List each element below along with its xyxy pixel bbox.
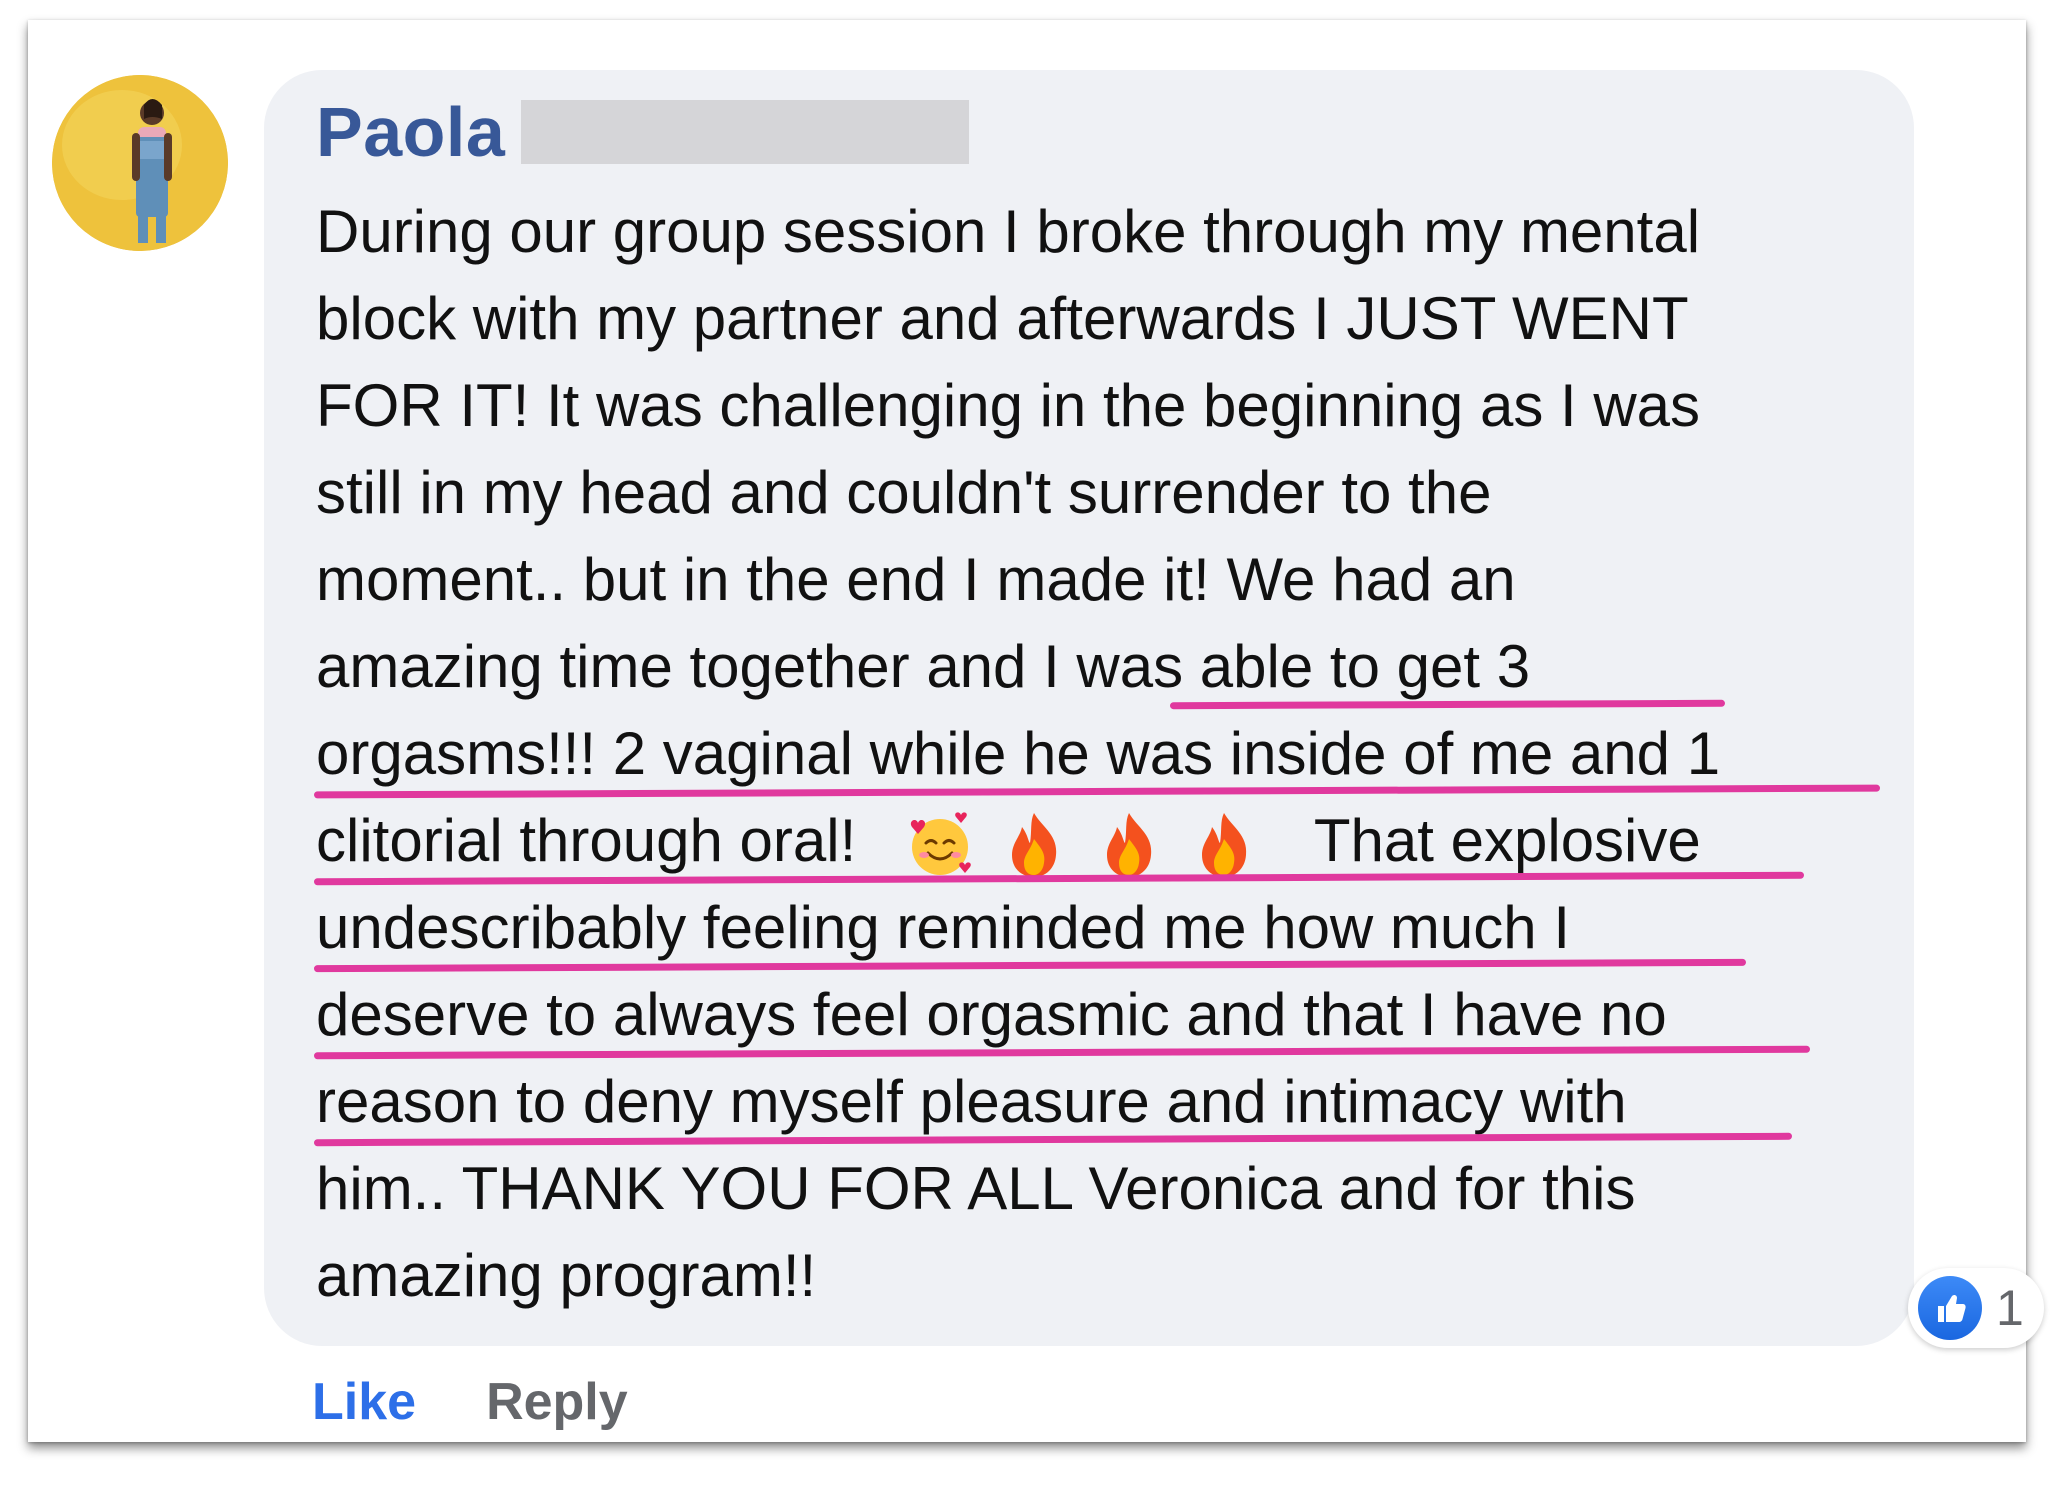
comment-line-text: reason to deny myself pleasure and intim… <box>316 1068 1627 1135</box>
comment-card: Paola During our group session I broke t… <box>28 20 2044 1442</box>
avatar-photo <box>52 75 228 251</box>
comment-line-text: him.. THANK YOU FOR ALL Veronica and for… <box>316 1155 1636 1222</box>
comment-line-text: undescribably feeling reminded me how mu… <box>316 894 1570 961</box>
comment-line: undescribably feeling reminded me how mu… <box>313 884 1916 973</box>
redacted-surname <box>521 100 970 164</box>
comment-line: reason to deny myself pleasure and intim… <box>313 1058 1916 1147</box>
comment-line: amazing program!! <box>316 1232 1916 1319</box>
comment-line-text: amazing time together and I was able to … <box>316 633 1531 700</box>
fire-icon <box>998 809 1070 881</box>
smiling-face-with-hearts-icon <box>904 809 976 881</box>
comment-line: moment.. but in the end I made it! We ha… <box>316 536 1916 623</box>
comment-line: FOR IT! It was challenging in the beginn… <box>316 362 1916 449</box>
like-reaction-icon <box>1918 1276 1982 1340</box>
fire-icon <box>1093 809 1165 881</box>
comment-line: him.. THANK YOU FOR ALL Veronica and for… <box>316 1145 1916 1232</box>
comment-line: clitorial through oral! That explosive <box>313 797 1916 886</box>
comment-line: orgasms!!! 2 vaginal while he was inside… <box>313 710 1916 799</box>
avatar[interactable] <box>52 75 228 251</box>
comment-actions: Like Reply <box>312 1372 628 1432</box>
comment-line-text: That explosive <box>1313 807 1701 874</box>
comment-line-text: still in my head and couldn't surrender … <box>316 459 1492 526</box>
comment-line: block with my partner and afterwards I J… <box>316 275 1916 362</box>
comment-line-text: clitorial through oral! <box>316 807 857 874</box>
comment-line-text: deserve to always feel orgasmic and that… <box>316 981 1667 1048</box>
like-button[interactable]: Like <box>312 1372 416 1432</box>
comment-line: amazing time together and I was able to … <box>316 623 1916 710</box>
comment-line-text: amazing program!! <box>316 1242 817 1309</box>
comment-author-name[interactable]: Paola <box>316 92 505 172</box>
comment-line: deserve to always feel orgasmic and that… <box>313 971 1916 1060</box>
comment-line-text: During our group session I broke through… <box>316 198 1701 265</box>
comment-line: During our group session I broke through… <box>316 188 1916 275</box>
reaction-count: 1 <box>1996 1280 2024 1336</box>
comment-line-text: moment.. but in the end I made it! We ha… <box>316 546 1516 613</box>
comment-line-text: orgasms!!! 2 vaginal while he was inside… <box>316 720 1721 787</box>
comment-line-text: FOR IT! It was challenging in the beginn… <box>316 372 1701 439</box>
comment-line-text: block with my partner and afterwards I J… <box>316 285 1689 352</box>
comment-text: During our group session I broke through… <box>313 188 1916 1319</box>
comment-line: still in my head and couldn't surrender … <box>316 449 1916 536</box>
comment-author-row: Paola <box>316 92 970 172</box>
fire-icon <box>1188 809 1260 881</box>
highlight-underline <box>1169 699 1726 710</box>
reaction-summary[interactable]: 1 <box>1908 1268 2044 1348</box>
reply-button[interactable]: Reply <box>486 1372 628 1432</box>
